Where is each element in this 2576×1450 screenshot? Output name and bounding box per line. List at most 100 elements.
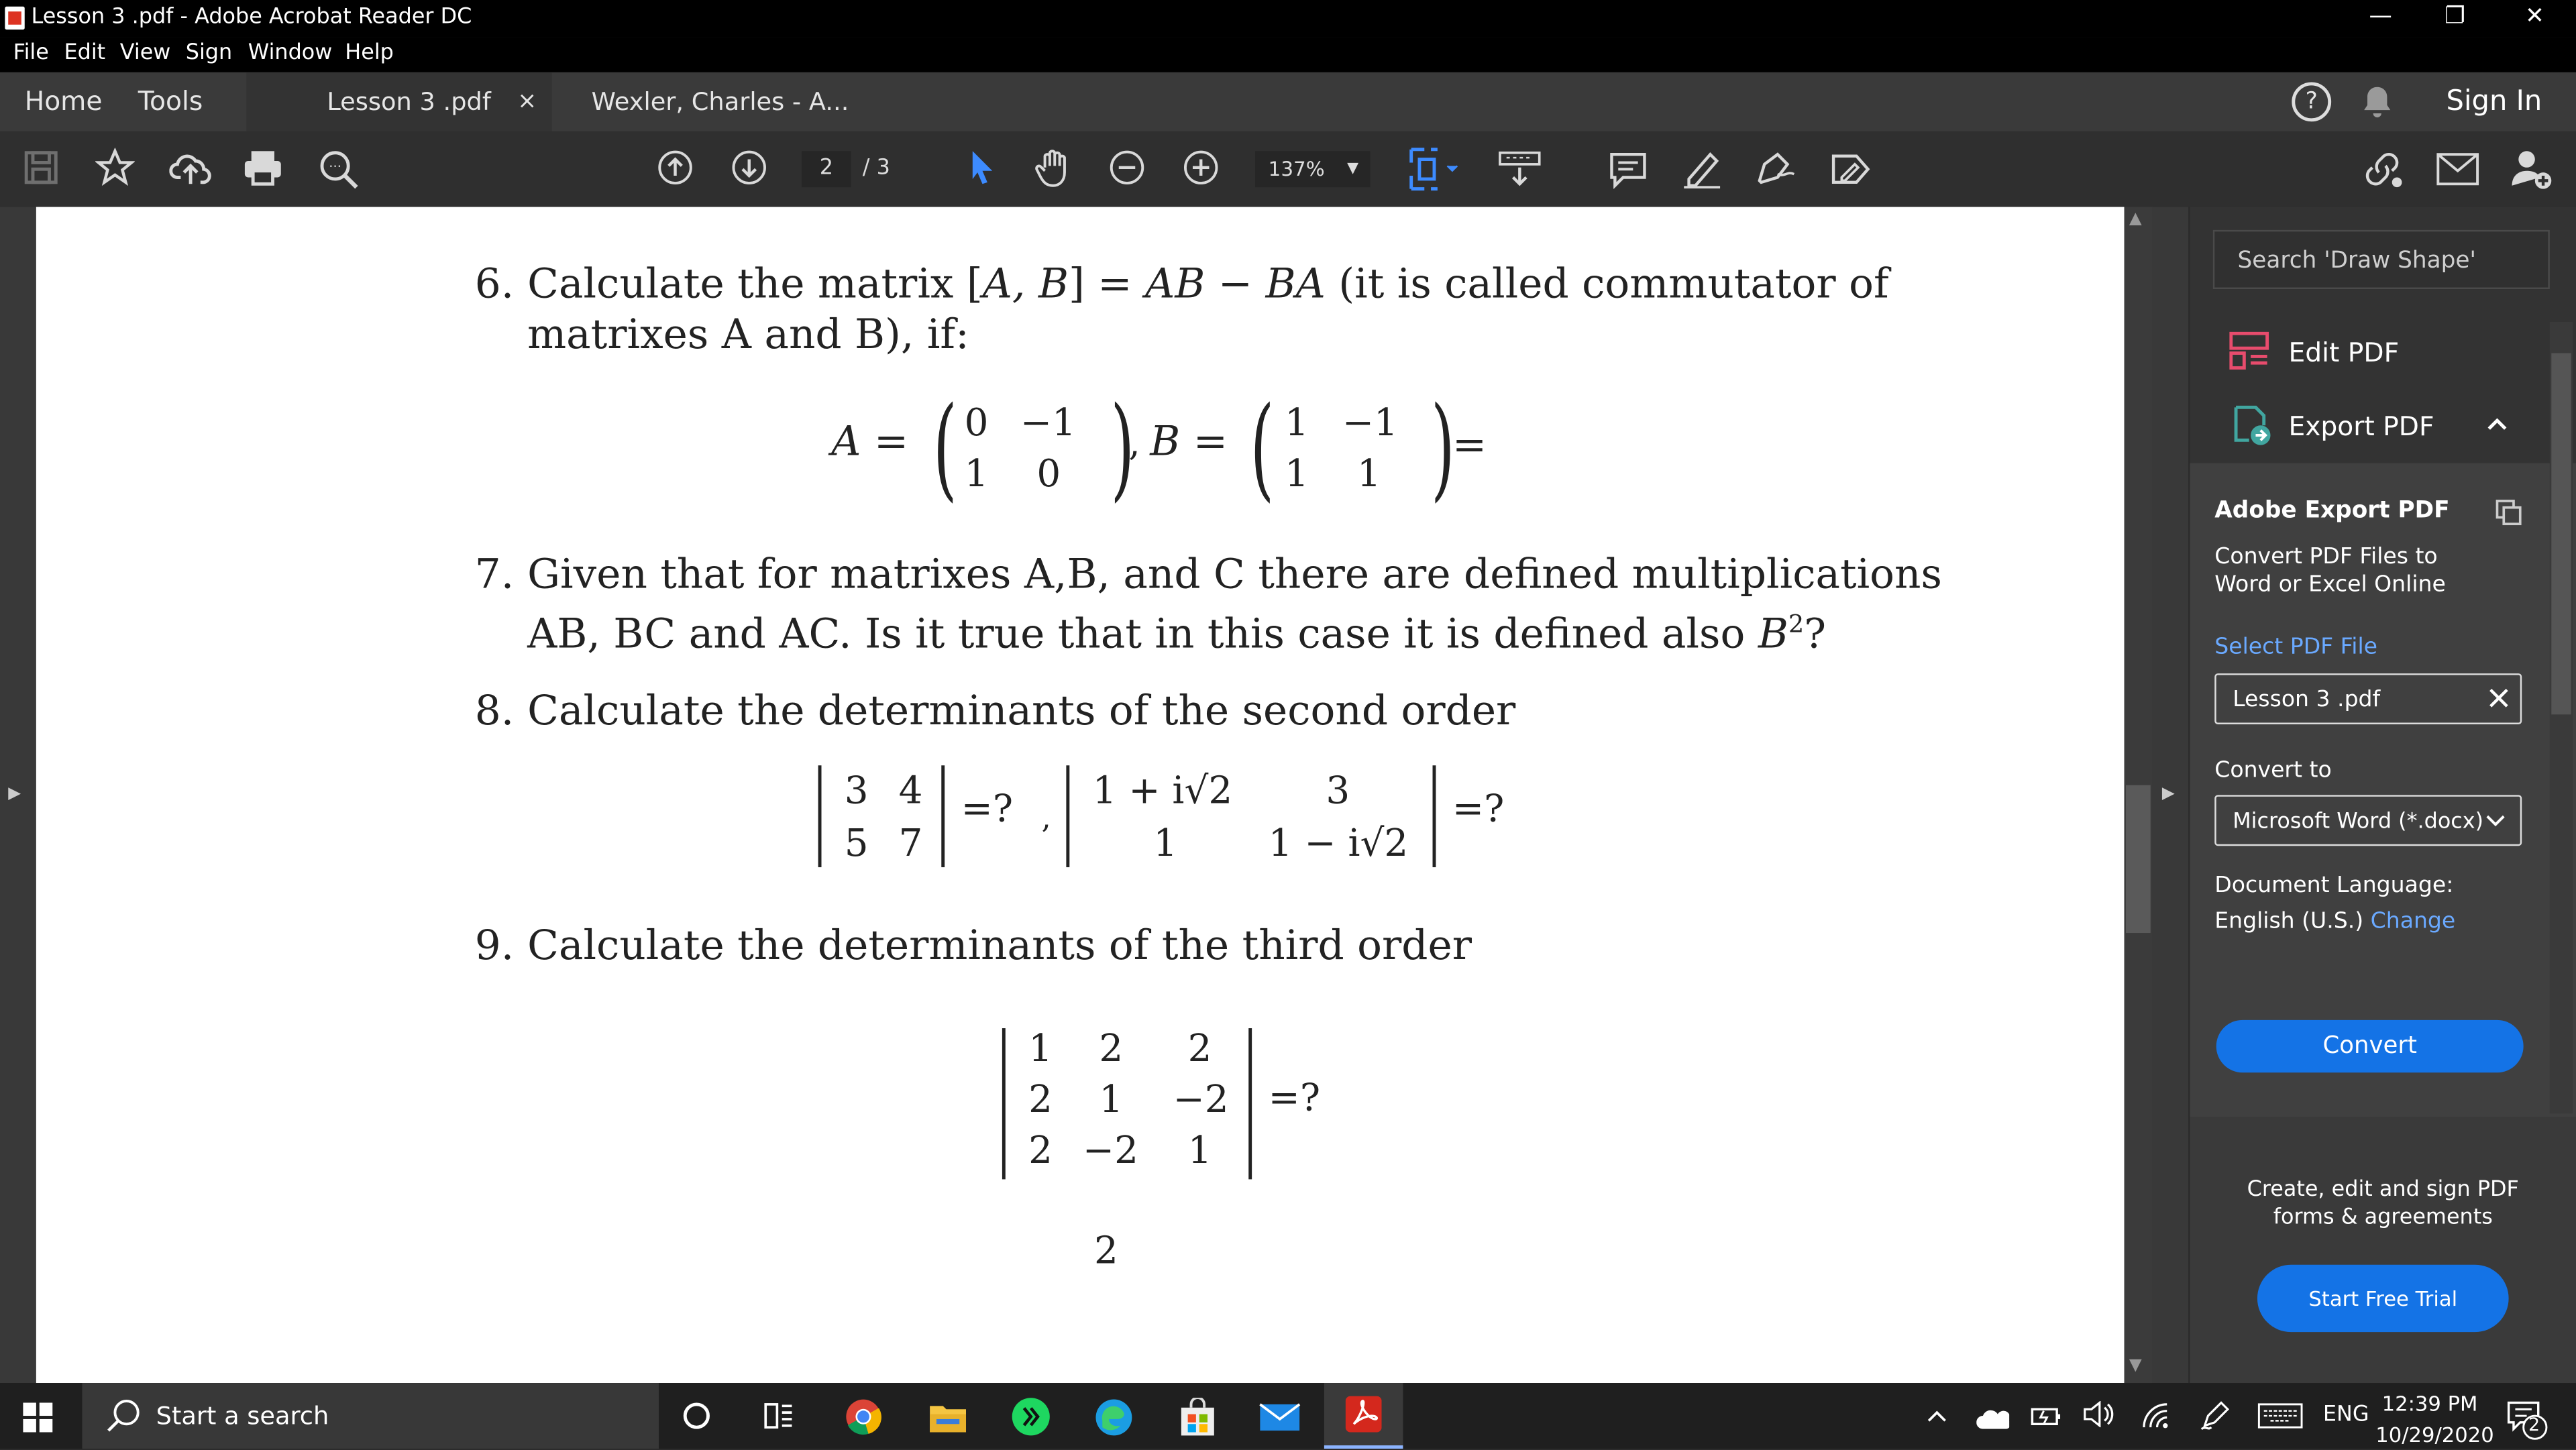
change-language-link[interactable]: Change xyxy=(2371,908,2456,934)
determinant-2a: 3 4 5 7 xyxy=(844,770,923,866)
tab-lesson3[interactable]: Lesson 3 .pdf × xyxy=(246,72,552,131)
sign-in-button[interactable]: Sign In xyxy=(2447,72,2542,131)
close-window-button[interactable]: ✕ xyxy=(2525,3,2544,30)
media-app-icon[interactable] xyxy=(1010,1396,1051,1444)
det3-question: =? xyxy=(1268,1077,1321,1121)
tab-close-icon[interactable]: × xyxy=(517,72,537,131)
bookmark-star-icon[interactable] xyxy=(95,148,135,187)
cortana-icon[interactable] xyxy=(682,1401,711,1437)
edge-browser-icon[interactable] xyxy=(1094,1398,1134,1444)
chevron-up-icon[interactable] xyxy=(2485,410,2508,442)
select-pdf-file-link[interactable]: Select PDF File xyxy=(2214,634,2377,660)
hand-tool-icon[interactable] xyxy=(1033,146,1076,189)
volume-icon[interactable] xyxy=(2082,1400,2114,1434)
scroll-up-icon[interactable]: ▲ xyxy=(2129,210,2142,228)
select-cursor-icon[interactable] xyxy=(966,148,999,187)
acrobat-taskbar-button[interactable] xyxy=(1324,1383,1403,1449)
menu-view[interactable]: View xyxy=(120,41,171,66)
scrollbar-thumb[interactable] xyxy=(2126,785,2151,934)
tray-chevron-up-icon[interactable] xyxy=(1925,1402,1948,1434)
right-panel-toggle-icon[interactable]: ▶ xyxy=(2162,785,2175,803)
bell-icon[interactable] xyxy=(2363,84,2392,127)
sign-pen-icon[interactable] xyxy=(1753,148,1799,190)
highlight-pen-icon[interactable] xyxy=(1680,148,1723,190)
document-language: English (U.S.) Change xyxy=(2214,908,2455,934)
previous-page-icon[interactable] xyxy=(657,150,694,186)
zoom-level-select[interactable]: 137% ▼ xyxy=(1255,151,1371,188)
chevron-down-icon xyxy=(2484,797,2507,866)
edit-pdf-tool[interactable]: Edit PDF xyxy=(2288,337,2399,368)
right-panel-scroll-thumb[interactable] xyxy=(2551,353,2571,715)
restore-button[interactable]: ❐ xyxy=(2445,3,2465,30)
selected-file-field[interactable]: Lesson 3 .pdf xyxy=(2214,673,2522,725)
menu-sign[interactable]: Sign xyxy=(186,41,232,66)
fit-page-icon[interactable] xyxy=(1408,146,1460,192)
scroll-mode-icon[interactable] xyxy=(1498,151,1541,187)
comment-icon[interactable] xyxy=(1609,150,1648,189)
format-select[interactable]: Microsoft Word (*.docx) xyxy=(2214,795,2522,846)
menu-help[interactable]: Help xyxy=(345,41,394,66)
task-view-icon[interactable] xyxy=(764,1401,794,1437)
scroll-down-icon[interactable]: ▼ xyxy=(2129,1357,2142,1375)
share-link-icon[interactable] xyxy=(2361,148,2407,190)
document-language-label: Document Language: xyxy=(2214,872,2454,899)
left-panel-toggle-icon[interactable]: ▶ xyxy=(8,785,21,803)
battery-icon[interactable] xyxy=(2031,1402,2063,1434)
taskbar-search-box[interactable]: Start a search xyxy=(82,1383,659,1449)
wifi-icon[interactable] xyxy=(2141,1401,2170,1437)
input-language[interactable]: ENG xyxy=(2323,1402,2369,1427)
matrix-a-left-paren: ( xyxy=(932,384,957,514)
onedrive-icon[interactable] xyxy=(1976,1404,2011,1436)
zoom-in-icon[interactable] xyxy=(1183,150,1219,186)
selected-file-name: Lesson 3 .pdf xyxy=(2233,686,2381,713)
notification-center-icon[interactable]: 2 xyxy=(2506,1398,2548,1447)
det2a-question: =? xyxy=(961,788,1014,832)
tab-home[interactable]: Home xyxy=(25,72,103,131)
det3-right-bar xyxy=(1248,1028,1251,1180)
convert-button[interactable]: Convert xyxy=(2216,1019,2524,1073)
clear-file-icon[interactable] xyxy=(2487,675,2510,744)
menu-file[interactable]: File xyxy=(13,41,49,66)
det2b-left-bar xyxy=(1066,765,1069,868)
chrome-icon[interactable] xyxy=(845,1398,882,1442)
mail-icon[interactable] xyxy=(1258,1402,1301,1439)
print-icon[interactable] xyxy=(241,148,284,187)
email-icon[interactable] xyxy=(2436,153,2479,186)
matrix-a-label: A = xyxy=(831,417,909,465)
upload-cloud-icon[interactable] xyxy=(169,148,212,187)
file-explorer-icon[interactable] xyxy=(928,1401,968,1441)
promo-text: Create, edit and sign PDF forms & agreem… xyxy=(2247,1177,2519,1231)
tool-search-input[interactable]: Search 'Draw Shape' xyxy=(2212,229,2550,290)
export-panel-title: Adobe Export PDF xyxy=(2214,498,2450,524)
find-text-icon[interactable]: ··· xyxy=(317,148,360,190)
pen-workspace-icon[interactable] xyxy=(2198,1400,2231,1439)
save-icon[interactable] xyxy=(23,150,59,186)
page-total: / 3 xyxy=(862,156,890,181)
tab-wexler[interactable]: Wexler, Charles - A... xyxy=(592,72,849,131)
menu-window[interactable]: Window xyxy=(248,41,333,66)
menu-edit[interactable]: Edit xyxy=(64,41,106,66)
clock[interactable]: 12:39 PM 10/29/2020 xyxy=(2375,1388,2493,1450)
page-number-input[interactable]: 2 xyxy=(802,151,851,188)
zoom-out-icon[interactable] xyxy=(1109,150,1145,186)
start-free-trial-button[interactable]: Start Free Trial xyxy=(2257,1264,2509,1333)
problem-9-number: 9. xyxy=(474,921,515,969)
store-icon[interactable] xyxy=(1179,1396,1216,1444)
help-icon[interactable]: ? xyxy=(2292,82,2332,122)
touch-keyboard-icon[interactable] xyxy=(2257,1402,2304,1435)
send-for-sign-icon[interactable] xyxy=(1829,148,1875,190)
export-pdf-icon xyxy=(2231,404,2274,453)
copy-icon[interactable] xyxy=(2496,499,2522,532)
problem-7-number: 7. xyxy=(474,550,515,598)
next-page-icon[interactable] xyxy=(731,150,767,186)
problem-8-text: Calculate the determinants of the second… xyxy=(527,686,1516,734)
promo-panel: Create, edit and sign PDF forms & agreem… xyxy=(2190,1117,2576,1384)
problem-7-line-2: AB, BC and AC. Is it true that in this c… xyxy=(527,609,1827,658)
tab-tools[interactable]: Tools xyxy=(138,72,203,131)
add-user-icon[interactable] xyxy=(2509,146,2555,192)
minimize-button[interactable]: — xyxy=(2369,3,2392,30)
export-panel-description: Convert PDF Files to Word or Excel Onlin… xyxy=(2214,543,2446,598)
problem-9-text: Calculate the determinants of the third … xyxy=(527,921,1472,969)
windows-start-icon[interactable] xyxy=(23,1402,53,1439)
export-pdf-tool[interactable]: Export PDF xyxy=(2288,410,2434,442)
